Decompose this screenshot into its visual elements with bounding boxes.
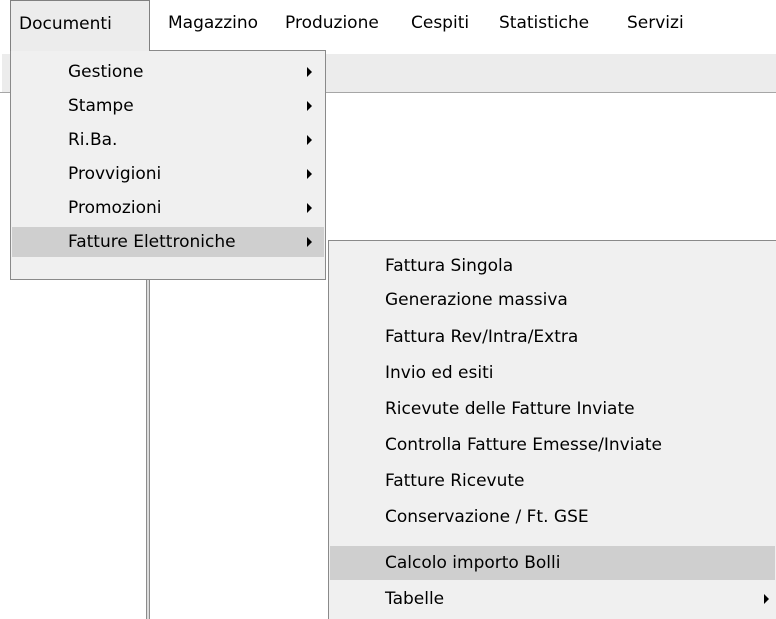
submenu-arrow-icon [307, 237, 312, 247]
menu-item-label: Controlla Fatture Emesse/Inviate [385, 435, 662, 455]
menu-item-label: Fattura Rev/Intra/Extra [385, 327, 579, 347]
submenu-arrow-icon [307, 67, 312, 77]
submenu-arrow-icon [307, 203, 312, 213]
menu-item-conservazione-gse[interactable]: Conservazione / Ft. GSE [330, 500, 775, 534]
menu-item-promozioni[interactable]: Promozioni [12, 193, 324, 223]
menu-documenti-label: Documenti [19, 14, 112, 34]
menu-item-label: Fatture Ricevute [385, 471, 525, 491]
menu-item-ricevute-fatture-inviate[interactable]: Ricevute delle Fatture Inviate [330, 392, 775, 426]
menu-item-label: Ricevute delle Fatture Inviate [385, 399, 635, 419]
menu-item-provvigioni[interactable]: Provvigioni [12, 159, 324, 189]
documenti-dropdown: Gestione Stampe Ri.Ba. Provvigioni Promo… [10, 50, 326, 280]
menu-item-label: Generazione massiva [385, 290, 568, 310]
menu-item-fatture-elettroniche[interactable]: Fatture Elettroniche [12, 227, 324, 257]
menu-item-label: Fatture Elettroniche [68, 232, 236, 252]
menu-item-tabelle[interactable]: Tabelle [330, 582, 775, 616]
menu-item-label: Provvigioni [68, 164, 162, 184]
submenu-arrow-icon [307, 101, 312, 111]
menu-item-label: Gestione [68, 62, 144, 82]
menu-item-fattura-rev-intra-extra[interactable]: Fattura Rev/Intra/Extra [330, 320, 775, 354]
menu-item-riba[interactable]: Ri.Ba. [12, 125, 324, 155]
menu-item-calcolo-importo-bolli[interactable]: Calcolo importo Bolli [330, 546, 775, 580]
menu-item-label: Stampe [68, 96, 134, 116]
fatture-elettroniche-submenu: Fattura Singola Generazione massiva Fatt… [328, 240, 776, 619]
menu-item-fatture-ricevute[interactable]: Fatture Ricevute [330, 464, 775, 498]
menu-magazzino[interactable]: Magazzino [160, 0, 266, 50]
submenu-arrow-icon [307, 135, 312, 145]
background-left-edge [0, 54, 2, 92]
submenu-arrow-icon [764, 594, 769, 604]
background-divider [149, 280, 150, 619]
menu-item-invio-ed-esiti[interactable]: Invio ed esiti [330, 356, 775, 390]
menu-item-label: Promozioni [68, 198, 162, 218]
menu-item-controlla-fatture[interactable]: Controlla Fatture Emesse/Inviate [330, 428, 775, 462]
menu-produzione[interactable]: Produzione [277, 0, 387, 50]
menu-item-label: Calcolo importo Bolli [385, 553, 561, 573]
menu-item-label: Tabelle [385, 589, 445, 609]
menu-statistiche-label: Statistiche [499, 13, 590, 33]
submenu-arrow-icon [307, 169, 312, 179]
menu-magazzino-label: Magazzino [168, 13, 259, 33]
menu-produzione-label: Produzione [285, 13, 379, 33]
menu-item-fattura-singola[interactable]: Fattura Singola [330, 249, 775, 283]
menu-item-label: Invio ed esiti [385, 363, 494, 383]
menu-bar: Documenti Magazzino Produzione Cespiti S… [0, 0, 776, 51]
menu-servizi[interactable]: Servizi [619, 0, 692, 50]
menu-item-generazione-massiva[interactable]: Generazione massiva [330, 283, 775, 317]
menu-item-label: Ri.Ba. [68, 130, 118, 150]
menu-cespiti-label: Cespiti [411, 13, 470, 33]
menu-servizi-label: Servizi [627, 13, 684, 33]
menu-item-gestione[interactable]: Gestione [12, 57, 324, 87]
menu-statistiche[interactable]: Statistiche [491, 0, 597, 50]
menu-item-label: Fattura Singola [385, 256, 514, 276]
menu-item-stampe[interactable]: Stampe [12, 91, 324, 121]
menu-cespiti[interactable]: Cespiti [403, 0, 477, 50]
menu-documenti[interactable]: Documenti [10, 0, 150, 51]
menu-item-label: Conservazione / Ft. GSE [385, 507, 589, 527]
